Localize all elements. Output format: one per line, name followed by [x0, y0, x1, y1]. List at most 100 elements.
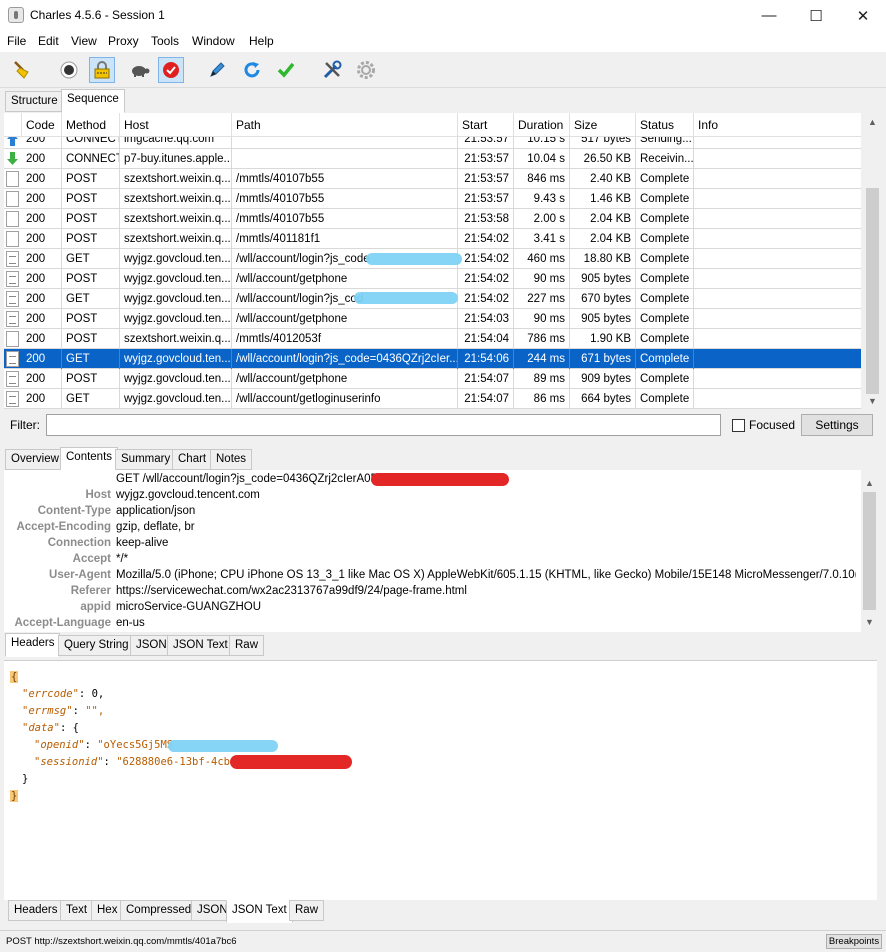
menu-window[interactable]: Window	[192, 34, 235, 48]
document-icon	[6, 191, 19, 207]
validate-check-icon[interactable]	[273, 57, 299, 83]
tab-response-text[interactable]: Text	[60, 900, 94, 921]
tab-response-json-text[interactable]: JSON Text	[226, 900, 293, 923]
throttle-turtle-icon[interactable]	[126, 57, 152, 83]
menu-help[interactable]: Help	[249, 34, 274, 48]
tab-sequence[interactable]: Sequence	[61, 89, 125, 113]
breakpoints-icon[interactable]	[158, 57, 184, 83]
upload-arrow-icon	[6, 137, 19, 147]
request-tabs: Headers Query String JSON JSON Text Raw	[0, 633, 886, 657]
scroll-down-icon[interactable]: ▼	[861, 615, 878, 629]
menu-edit[interactable]: Edit	[38, 34, 59, 48]
tab-summary[interactable]: Summary	[115, 449, 177, 470]
request-headers-panel: GET /wll/account/login?js_code=0436QZrj2…	[4, 470, 861, 632]
sequence-scroll-thumb[interactable]	[866, 188, 879, 394]
redaction-mark	[371, 473, 509, 486]
scroll-up-icon[interactable]: ▲	[864, 115, 881, 129]
focused-checkbox[interactable]	[732, 419, 745, 432]
table-row[interactable]: 200 POST szextshort.weixin.q... /mmtls/4…	[4, 229, 861, 249]
compose-pen-icon[interactable]	[204, 57, 230, 83]
json-value: 0,	[91, 688, 105, 700]
header-value: keep-alive	[116, 537, 169, 549]
ssl-proxy-icon[interactable]	[89, 57, 115, 83]
scroll-up-icon[interactable]: ▲	[861, 476, 878, 490]
redaction-mark	[230, 755, 352, 769]
json-key: "sessionid"	[34, 756, 104, 768]
menu-view[interactable]: View	[71, 34, 97, 48]
col-status[interactable]: Status	[636, 113, 694, 137]
table-row[interactable]: 200 POST wyjgz.govcloud.ten... /wll/acco…	[4, 269, 861, 289]
col-path[interactable]: Path	[232, 113, 458, 137]
menu-tools[interactable]: Tools	[151, 34, 179, 48]
redaction-mark	[168, 740, 278, 752]
table-row-selected[interactable]: 200 GET wyjgz.govcloud.ten... /wll/accou…	[4, 349, 861, 369]
request-line: GET /wll/account/login?js_code=0436QZrj2…	[116, 473, 386, 485]
col-start[interactable]: Start	[458, 113, 514, 137]
toolbar	[0, 52, 886, 88]
tab-response-compressed[interactable]: Compressed	[120, 900, 198, 921]
header-key: Host	[85, 489, 111, 501]
menu-bar: File Edit View Proxy Tools Window Help	[0, 31, 886, 52]
text-document-icon	[6, 271, 19, 287]
header-value: */*	[116, 553, 129, 565]
broom-icon[interactable]	[9, 57, 35, 83]
table-row[interactable]: 200 CONNECT p7-buy.itunes.apple... 21:53…	[4, 149, 861, 169]
settings-gear-icon[interactable]	[353, 57, 379, 83]
tab-request-raw[interactable]: Raw	[229, 635, 265, 656]
tab-contents[interactable]: Contents	[60, 447, 119, 471]
header-value: en-us	[116, 617, 145, 629]
breakpoints-button[interactable]: Breakpoints	[826, 934, 882, 949]
table-row[interactable]: 200 POST wyjgz.govcloud.ten... /wll/acco…	[4, 369, 861, 389]
tab-structure[interactable]: Structure	[5, 91, 64, 112]
table-row[interactable]: 200 GET wyjgz.govcloud.ten... /wll/accou…	[4, 389, 861, 409]
sequence-table: 200 CONNECT imgcache.qq.com 21:53:57 10.…	[4, 137, 861, 409]
menu-proxy[interactable]: Proxy	[108, 34, 139, 48]
tab-overview[interactable]: Overview	[5, 449, 65, 470]
tab-chart[interactable]: Chart	[172, 449, 213, 470]
minimize-button[interactable]: —	[746, 0, 792, 31]
filter-input[interactable]	[46, 414, 721, 436]
maximize-button[interactable]: ☐	[793, 0, 839, 31]
table-row[interactable]: 200 POST szextshort.weixin.q... /mmtls/4…	[4, 189, 861, 209]
header-value: application/json	[116, 505, 196, 517]
headers-scroll-thumb[interactable]	[863, 492, 876, 610]
download-arrow-icon	[6, 151, 19, 167]
settings-button[interactable]: Settings	[801, 414, 873, 436]
record-icon[interactable]	[56, 57, 82, 83]
col-host[interactable]: Host	[120, 113, 232, 137]
focused-label: Focused	[749, 418, 796, 432]
col-size[interactable]: Size	[570, 113, 636, 137]
tab-request-json-text[interactable]: JSON Text	[167, 635, 234, 656]
window-title: Charles 4.5.6 - Session 1	[30, 8, 165, 22]
menu-file[interactable]: File	[7, 34, 26, 48]
col-method[interactable]: Method	[62, 113, 120, 137]
tab-request-headers[interactable]: Headers	[5, 633, 61, 657]
json-value: "oYecs5Gj5MS	[97, 739, 174, 751]
json-value: "628880e6-13bf-4cbe	[116, 756, 237, 768]
col-info[interactable]: Info	[694, 113, 861, 137]
redaction-mark	[366, 253, 462, 265]
tab-response-raw[interactable]: Raw	[289, 900, 325, 921]
table-row[interactable]: 200 POST wyjgz.govcloud.ten... /wll/acco…	[4, 309, 861, 329]
response-json-panel: { "errcode": 0, "errmsg": "", "data": { …	[4, 660, 877, 900]
tab-query-string[interactable]: Query String	[58, 635, 135, 656]
header-key: appid	[80, 601, 111, 613]
tab-response-headers[interactable]: Headers	[8, 900, 64, 921]
col-duration[interactable]: Duration	[514, 113, 570, 137]
header-key: Referer	[70, 585, 111, 597]
json-key: "errmsg"	[22, 705, 73, 717]
close-button[interactable]: ✕	[840, 0, 886, 31]
table-row[interactable]: 200 POST szextshort.weixin.q... /mmtls/4…	[4, 169, 861, 189]
table-row[interactable]: 200 POST szextshort.weixin.q... /mmtls/4…	[4, 209, 861, 229]
text-document-icon	[6, 391, 19, 407]
tab-notes[interactable]: Notes	[210, 449, 253, 470]
col-code[interactable]: Code	[22, 113, 62, 137]
tools-icon[interactable]	[319, 57, 345, 83]
repeat-icon[interactable]	[239, 57, 265, 83]
view-tabs: Structure Sequence	[0, 89, 886, 113]
tab-response-hex[interactable]: Hex	[91, 900, 124, 921]
table-row[interactable]: 200 POST szextshort.weixin.q... /mmtls/4…	[4, 329, 861, 349]
table-row[interactable]: 200 CONNECT imgcache.qq.com 21:53:57 10.…	[4, 137, 861, 149]
col-icon	[4, 113, 22, 137]
scroll-down-icon[interactable]: ▼	[864, 394, 881, 408]
